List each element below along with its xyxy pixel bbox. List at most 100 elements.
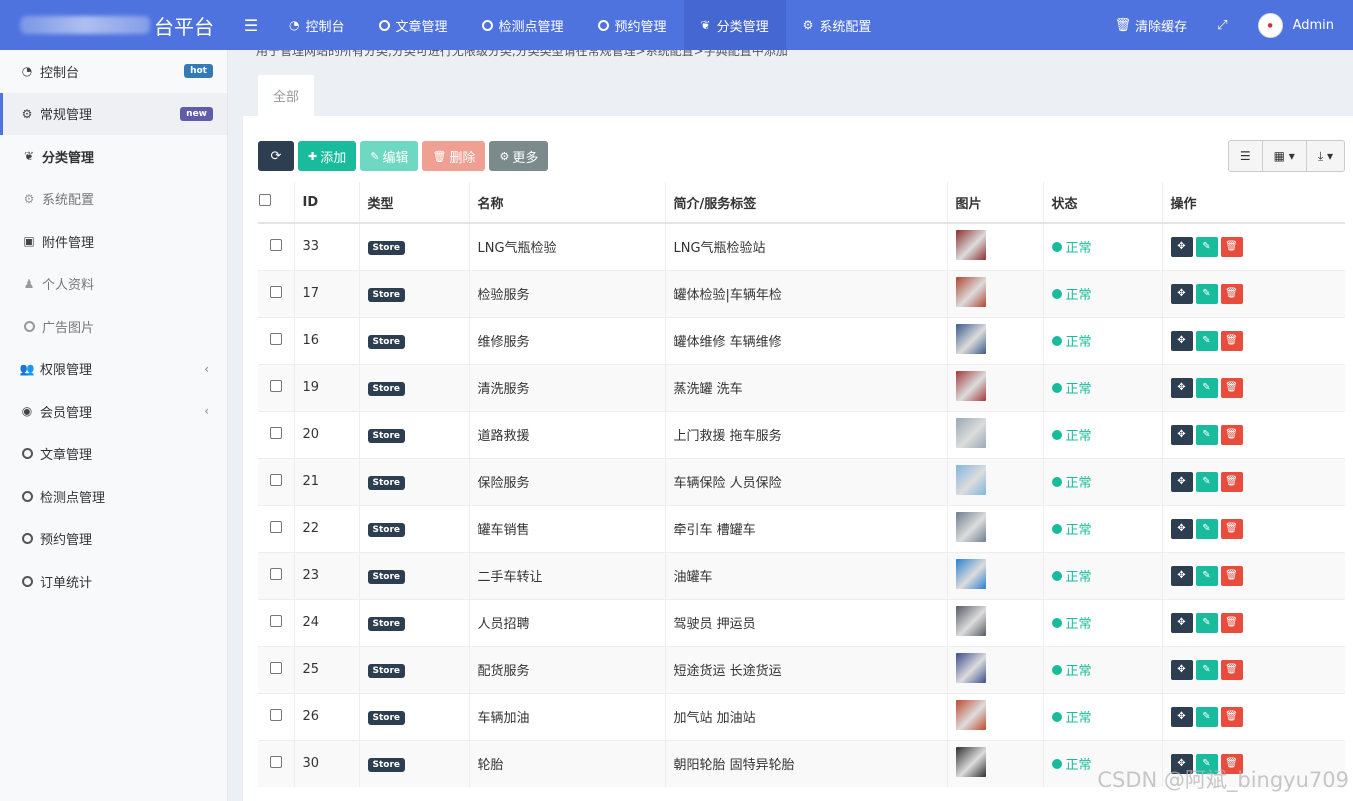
- row-delete-button[interactable]: 🗑: [1220, 659, 1243, 680]
- row-delete-button[interactable]: 🗑: [1220, 377, 1243, 398]
- category-thumbnail[interactable]: [955, 746, 986, 777]
- row-edit-button[interactable]: ✎: [1195, 424, 1218, 445]
- sidebar-item-categories[interactable]: ❦ 分类管理: [0, 135, 227, 178]
- category-thumbnail[interactable]: [955, 652, 986, 683]
- row-delete-button[interactable]: 🗑: [1220, 706, 1243, 727]
- columns-dropdown[interactable]: ▦ ▾: [1263, 141, 1307, 171]
- row-edit-button[interactable]: ✎: [1195, 283, 1218, 304]
- menu-toggle-icon[interactable]: ☰: [230, 0, 272, 50]
- delete-button[interactable]: 🗑 删除: [422, 141, 486, 171]
- row-checkbox[interactable]: [270, 614, 282, 627]
- drag-sort-button[interactable]: ✥: [1170, 518, 1193, 539]
- sidebar-item-dashboard[interactable]: ◔ 控制台 hot: [0, 50, 227, 93]
- row-checkbox[interactable]: [270, 755, 282, 768]
- drag-sort-button[interactable]: ✥: [1170, 659, 1193, 680]
- table-row[interactable]: 24 Store 人员招聘 驾驶员 押运员 正常 ✥ ✎ 🗑: [258, 598, 1345, 646]
- row-delete-button[interactable]: 🗑: [1220, 236, 1243, 257]
- row-edit-button[interactable]: ✎: [1195, 236, 1218, 257]
- add-button[interactable]: ✚ 添加: [298, 141, 357, 171]
- row-delete-button[interactable]: 🗑: [1220, 471, 1243, 492]
- row-delete-button[interactable]: 🗑: [1220, 330, 1243, 351]
- category-thumbnail[interactable]: [955, 417, 986, 448]
- row-edit-button[interactable]: ✎: [1195, 706, 1218, 727]
- table-row[interactable]: 25 Store 配货服务 短途货运 长途货运 正常 ✥ ✎ 🗑: [258, 645, 1345, 693]
- table-row[interactable]: 16 Store 维修服务 罐体维修 车辆维修 正常 ✥ ✎ 🗑: [258, 316, 1345, 364]
- sidebar-item-general[interactable]: ⚙ 常规管理 new: [0, 92, 227, 135]
- row-delete-button[interactable]: 🗑: [1220, 424, 1243, 445]
- topnav-checkpoints[interactable]: 检测点管理: [465, 0, 581, 50]
- topnav-appointments[interactable]: 预约管理: [581, 0, 684, 50]
- row-edit-button[interactable]: ✎: [1195, 471, 1218, 492]
- drag-sort-button[interactable]: ✥: [1170, 706, 1193, 727]
- sidebar-item-profile[interactable]: ♟ 个人资料: [0, 263, 227, 306]
- row-checkbox[interactable]: [270, 520, 282, 533]
- category-thumbnail[interactable]: [955, 229, 986, 260]
- user-menu[interactable]: ● Admin: [1243, 0, 1353, 50]
- category-thumbnail[interactable]: [955, 464, 986, 495]
- row-delete-button[interactable]: 🗑: [1220, 612, 1243, 633]
- refresh-button[interactable]: ⟳: [258, 141, 294, 171]
- row-checkbox[interactable]: [270, 473, 282, 486]
- topnav-categories[interactable]: ❦ 分类管理: [683, 0, 786, 50]
- tab-all[interactable]: 全部: [258, 75, 315, 116]
- sidebar-item-permissions[interactable]: 👥 权限管理 ‹: [0, 348, 227, 391]
- category-thumbnail[interactable]: [955, 276, 986, 307]
- category-thumbnail[interactable]: [955, 370, 986, 401]
- drag-sort-button[interactable]: ✥: [1170, 612, 1193, 633]
- site-logo[interactable]: 台平台: [0, 0, 230, 50]
- row-delete-button[interactable]: 🗑: [1220, 283, 1243, 304]
- category-thumbnail[interactable]: [955, 558, 986, 589]
- col-status[interactable]: 状态: [1043, 182, 1163, 224]
- row-checkbox[interactable]: [270, 332, 282, 345]
- row-checkbox[interactable]: [270, 285, 282, 298]
- topnav-articles[interactable]: 文章管理: [362, 0, 465, 50]
- col-name[interactable]: 名称: [469, 182, 666, 224]
- drag-sort-button[interactable]: ✥: [1170, 471, 1193, 492]
- category-thumbnail[interactable]: [955, 699, 986, 730]
- col-image[interactable]: 图片: [947, 182, 1044, 224]
- drag-sort-button[interactable]: ✥: [1170, 236, 1193, 257]
- table-row[interactable]: 22 Store 罐车销售 牵引车 槽罐车 正常 ✥ ✎ 🗑: [258, 504, 1345, 552]
- row-checkbox[interactable]: [270, 379, 282, 392]
- drag-sort-button[interactable]: ✥: [1170, 565, 1193, 586]
- row-checkbox[interactable]: [270, 238, 282, 251]
- clear-cache-button[interactable]: 🗑 清除缓存: [1100, 0, 1203, 50]
- table-row[interactable]: 23 Store 二手车转让 油罐车 正常 ✥ ✎ 🗑: [258, 551, 1345, 599]
- drag-sort-button[interactable]: ✥: [1170, 377, 1193, 398]
- category-thumbnail[interactable]: [955, 323, 986, 354]
- topnav-system-config[interactable]: ⚙ 系统配置: [786, 0, 889, 50]
- drag-sort-button[interactable]: ✥: [1170, 283, 1193, 304]
- drag-sort-button[interactable]: ✥: [1170, 424, 1193, 445]
- row-edit-button[interactable]: ✎: [1195, 377, 1218, 398]
- sidebar-item-articles[interactable]: 文章管理: [0, 433, 227, 476]
- table-row[interactable]: 26 Store 车辆加油 加气站 加油站 正常 ✥ ✎ 🗑: [258, 692, 1345, 740]
- row-checkbox[interactable]: [270, 426, 282, 439]
- table-row[interactable]: 17 Store 检验服务 罐体检验|车辆年检 正常 ✥ ✎ 🗑: [258, 269, 1345, 317]
- sidebar-item-orders[interactable]: 订单统计: [0, 560, 227, 603]
- topnav-dashboard[interactable]: ◔ 控制台: [272, 0, 362, 50]
- row-checkbox[interactable]: [270, 708, 282, 721]
- sidebar-item-ad-images[interactable]: 广告图片: [0, 305, 227, 348]
- sidebar-item-appointments[interactable]: 预约管理: [0, 518, 227, 561]
- table-row[interactable]: 21 Store 保险服务 车辆保险 人员保险 正常 ✥ ✎ 🗑: [258, 457, 1345, 505]
- row-delete-button[interactable]: 🗑: [1220, 565, 1243, 586]
- row-checkbox[interactable]: [270, 567, 282, 580]
- table-row[interactable]: 33 Store LNG气瓶检验 LNG气瓶检验站 正常 ✥ ✎ 🗑: [258, 222, 1345, 270]
- edit-button[interactable]: ✎ 编辑: [360, 141, 419, 171]
- sidebar-item-checkpoints[interactable]: 检测点管理: [0, 475, 227, 518]
- category-thumbnail[interactable]: [955, 511, 986, 542]
- col-type[interactable]: 类型: [359, 182, 470, 224]
- row-edit-button[interactable]: ✎: [1195, 659, 1218, 680]
- sidebar-item-attachments[interactable]: ▣ 附件管理: [0, 220, 227, 263]
- fullscreen-icon[interactable]: ⤢: [1202, 0, 1242, 50]
- sidebar-item-members[interactable]: ◉ 会员管理 ‹: [0, 390, 227, 433]
- col-id[interactable]: ID: [294, 182, 360, 224]
- row-checkbox[interactable]: [270, 661, 282, 674]
- table-row[interactable]: 19 Store 清洗服务 蒸洗罐 洗车 正常 ✥ ✎ 🗑: [258, 363, 1345, 411]
- more-button[interactable]: ⚙ 更多: [489, 141, 549, 171]
- row-edit-button[interactable]: ✎: [1195, 612, 1218, 633]
- export-dropdown[interactable]: ⤓ ▾: [1307, 141, 1344, 171]
- row-delete-button[interactable]: 🗑: [1220, 518, 1243, 539]
- row-edit-button[interactable]: ✎: [1195, 518, 1218, 539]
- table-row[interactable]: 20 Store 道路救援 上门救援 拖车服务 正常 ✥ ✎ 🗑: [258, 410, 1345, 458]
